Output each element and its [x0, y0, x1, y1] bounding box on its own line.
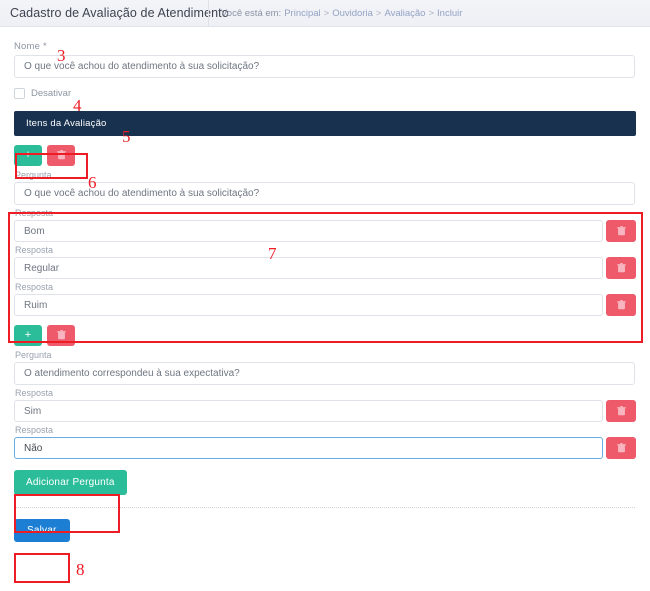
page-title: Cadastro de Avaliação de Atendimento — [10, 6, 229, 20]
plus-icon: + — [24, 329, 32, 341]
deactivate-checkbox[interactable] — [14, 87, 25, 99]
breadcrumb-separator: > — [428, 7, 435, 19]
save-button[interactable]: Salvar — [14, 519, 70, 542]
deactivate-label: Desativar — [31, 87, 72, 99]
answer-row — [14, 220, 636, 242]
question-input[interactable] — [14, 362, 635, 385]
answer-row — [14, 400, 636, 422]
trash-icon — [616, 298, 626, 313]
trash-icon — [616, 224, 626, 239]
answer-row — [14, 257, 636, 279]
breadcrumb-item-avaliacao[interactable]: Avaliação — [384, 8, 425, 19]
question-block: + Pergunta Resposta Resposta Resposta — [14, 145, 636, 316]
name-input[interactable] — [14, 55, 635, 78]
delete-answer-button[interactable] — [606, 257, 636, 279]
questions-list: + Pergunta Resposta Resposta Resposta + Pergun… — [14, 145, 636, 459]
answer-input[interactable] — [14, 220, 604, 242]
answer-input[interactable] — [14, 437, 604, 459]
answer-input[interactable] — [14, 294, 604, 316]
breadcrumb-separator: > — [375, 7, 382, 19]
annotation-number: 8 — [76, 560, 85, 579]
question-label: Pergunta — [15, 170, 52, 180]
answer-row — [14, 294, 636, 316]
answer-input[interactable] — [14, 257, 604, 279]
deactivate-row[interactable]: Desativar — [14, 86, 636, 100]
breadcrumb: Você está em: Principal > Ouvidoria > Av… — [209, 8, 462, 19]
delete-answer-button[interactable] — [606, 437, 636, 459]
form-content: Nome * Desativar Itens da Avaliação + Per… — [0, 27, 650, 542]
trash-icon — [56, 329, 66, 341]
breadcrumb-lead: Você está em: — [221, 7, 282, 19]
plus-icon: + — [24, 149, 32, 161]
name-field-label: Nome * — [14, 41, 636, 52]
delete-question-button[interactable] — [47, 145, 75, 166]
section-header-itens-avaliacao: Itens da Avaliação — [14, 111, 636, 136]
breadcrumb-separator: > — [323, 7, 330, 19]
delete-answer-button[interactable] — [606, 220, 636, 242]
answer-label: Resposta — [15, 208, 54, 218]
add-answer-button[interactable]: + — [14, 325, 42, 346]
delete-answer-button[interactable] — [606, 294, 636, 316]
add-answer-button[interactable]: + — [14, 145, 42, 166]
delete-answer-button[interactable] — [606, 400, 636, 422]
answer-label: Resposta — [15, 282, 54, 292]
add-question-button[interactable]: Adicionar Pergunta — [14, 470, 127, 495]
trash-icon — [616, 404, 626, 419]
question-input[interactable] — [14, 182, 635, 205]
app-header: Cadastro de Avaliação de Atendimento Voc… — [0, 0, 650, 27]
answer-input[interactable] — [14, 400, 604, 422]
breadcrumb-item-ouvidoria[interactable]: Ouvidoria — [332, 8, 373, 19]
trash-icon — [616, 441, 626, 456]
answer-label: Resposta — [15, 425, 54, 435]
trash-icon — [616, 261, 626, 276]
required-mark: * — [43, 41, 47, 52]
question-block: + Pergunta Resposta Resposta — [14, 325, 636, 459]
section-title: Itens da Avaliação — [26, 118, 107, 129]
answer-row — [14, 437, 636, 459]
question-label: Pergunta — [15, 350, 52, 360]
breadcrumb-item-principal[interactable]: Principal — [284, 8, 320, 19]
answer-label: Resposta — [15, 245, 54, 255]
annotation-box — [14, 553, 70, 583]
form-divider — [14, 507, 635, 508]
question-toolbar: + — [14, 145, 636, 166]
breadcrumb-item-incluir[interactable]: Incluir — [437, 8, 462, 19]
name-label-text: Nome — [14, 41, 41, 52]
trash-icon — [56, 149, 66, 161]
question-toolbar: + — [14, 325, 636, 346]
delete-question-button[interactable] — [47, 325, 75, 346]
answer-label: Resposta — [15, 388, 54, 398]
